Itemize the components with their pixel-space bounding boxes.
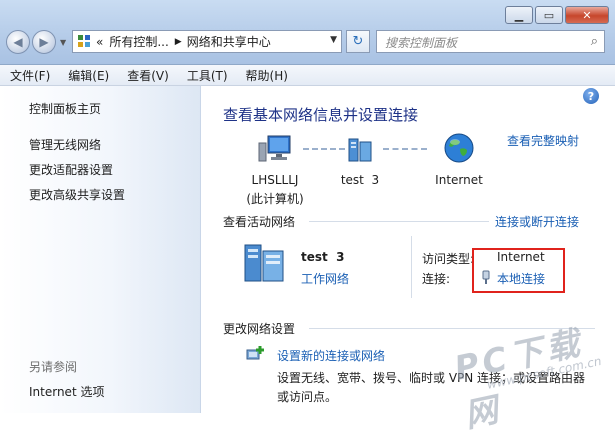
menu-help[interactable]: 帮助(H) — [246, 67, 288, 84]
section-divider — [309, 221, 489, 222]
search-input[interactable]: 搜索控制面板 ⌕ — [376, 30, 605, 53]
change-settings-heading: 更改网络设置 — [223, 322, 296, 336]
minimize-button[interactable]: ▁ — [505, 6, 533, 24]
control-panel-icon — [78, 34, 92, 49]
map-node-computer[interactable]: LHSLLLJ (此计算机) — [235, 134, 315, 207]
forward-button[interactable]: ▶ — [32, 30, 56, 54]
maximize-button[interactable]: ▭ — [535, 6, 563, 24]
new-connection-icon — [246, 346, 264, 360]
access-type-label: 访问类型: — [422, 252, 475, 266]
minimize-icon: ▁ — [514, 8, 524, 22]
sidebar: 控制面板主页 管理无线网络 更改适配器设置 更改高级共享设置 另请参阅 Inte… — [0, 86, 201, 413]
computer-name: LHSLLLJ — [251, 173, 299, 187]
menu-file[interactable]: 文件(F) — [10, 67, 50, 84]
back-arrow-icon: ◀ — [13, 35, 23, 49]
view-full-map-link[interactable]: 查看完整映射 — [507, 132, 579, 149]
active-network-name: test 3 — [301, 250, 345, 264]
section-divider — [309, 328, 595, 329]
network-icon — [348, 138, 372, 162]
window-controls: ▁ ▭ ✕ — [503, 6, 609, 24]
internet-label: Internet — [435, 173, 483, 187]
title-bar: ▁ ▭ ✕ ◀ ▶ ▼ « 所有控制... ▶ 网络和共享中心 ▼ ↻ 搜索控制… — [0, 0, 615, 65]
computer-sub: (此计算机) — [246, 192, 304, 206]
sidebar-item-manage-wireless[interactable]: 管理无线网络 — [29, 136, 101, 153]
vertical-divider — [411, 236, 412, 298]
map-connector-2 — [383, 148, 427, 152]
connections-label: 连接: — [422, 272, 451, 286]
address-bar[interactable]: « 所有控制... ▶ 网络和共享中心 ▼ — [72, 30, 342, 53]
globe-icon — [444, 133, 474, 163]
page-title: 查看基本网络信息并设置连接 — [223, 106, 419, 124]
map-node-network[interactable]: test 3 — [325, 134, 395, 187]
active-network-icon — [244, 244, 284, 282]
sidebar-item-control-panel-home[interactable]: 控制面板主页 — [29, 100, 101, 117]
network-name-map: test 3 — [340, 173, 380, 187]
see-also-heading: 另请参阅 — [29, 360, 78, 374]
refresh-button[interactable]: ↻ — [346, 30, 370, 53]
menu-bar: 文件(F) 编辑(E) 查看(V) 工具(T) 帮助(H) — [0, 65, 615, 86]
sidebar-item-adapter-settings[interactable]: 更改适配器设置 — [29, 161, 113, 178]
menu-view[interactable]: 查看(V) — [127, 67, 169, 84]
setup-new-connection-desc: 设置无线、宽带、拨号、临时或 VPN 连接；或设置路由器或访问点。 — [277, 371, 586, 404]
menu-tools[interactable]: 工具(T) — [187, 67, 228, 84]
sidebar-item-advanced-sharing[interactable]: 更改高级共享设置 — [29, 186, 125, 203]
sidebar-item-internet-options[interactable]: Internet 选项 — [29, 383, 104, 400]
active-networks-heading: 查看活动网络 — [223, 215, 296, 229]
computer-icon — [258, 135, 291, 162]
maximize-icon: ▭ — [543, 8, 555, 22]
breadcrumb-network-center[interactable]: 网络和共享中心 — [187, 33, 271, 50]
breadcrumb-separator-icon[interactable]: ▶ — [175, 37, 182, 47]
help-icon[interactable]: ? — [583, 88, 599, 104]
setup-new-connection-link[interactable]: 设置新的连接或网络 — [277, 347, 385, 364]
search-placeholder: 搜索控制面板 — [385, 36, 458, 50]
refresh-icon: ↻ — [352, 34, 364, 49]
close-icon: ✕ — [582, 8, 592, 22]
map-node-internet[interactable]: Internet — [423, 132, 495, 187]
address-dropdown-icon[interactable]: ▼ — [330, 35, 337, 45]
network-type-link[interactable]: 工作网络 — [301, 270, 349, 287]
address-overflow[interactable]: « — [96, 35, 103, 49]
forward-arrow-icon: ▶ — [39, 35, 49, 49]
breadcrumb-control-panel[interactable]: 所有控制... — [109, 33, 168, 50]
history-dropdown-icon[interactable]: ▼ — [60, 38, 66, 47]
back-button[interactable]: ◀ — [6, 30, 30, 54]
search-icon[interactable]: ⌕ — [591, 34, 598, 49]
connect-disconnect-link[interactable]: 连接或断开连接 — [495, 213, 579, 230]
main-content: ? 查看基本网络信息并设置连接 查看完整映射 LHSLLLJ (此计算机) te… — [201, 86, 615, 413]
highlight-box — [472, 248, 565, 293]
close-button[interactable]: ✕ — [565, 6, 609, 24]
menu-edit[interactable]: 编辑(E) — [68, 67, 109, 84]
